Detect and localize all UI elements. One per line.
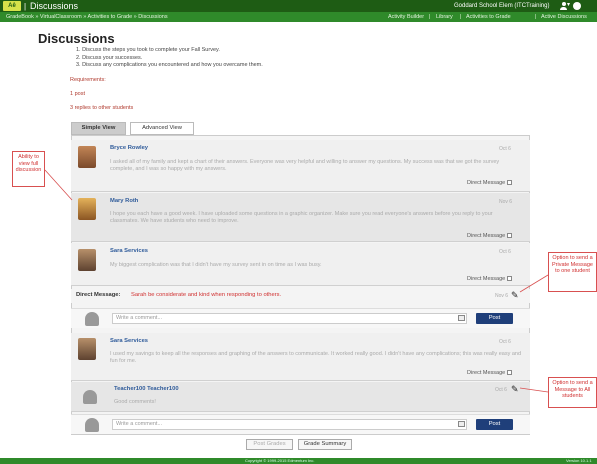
callout-private-message: Option to send a Private Message to one … (548, 252, 597, 292)
callout-arrows (44, 169, 549, 393)
callout-message-all: Option to send a Message to All students (548, 377, 597, 408)
